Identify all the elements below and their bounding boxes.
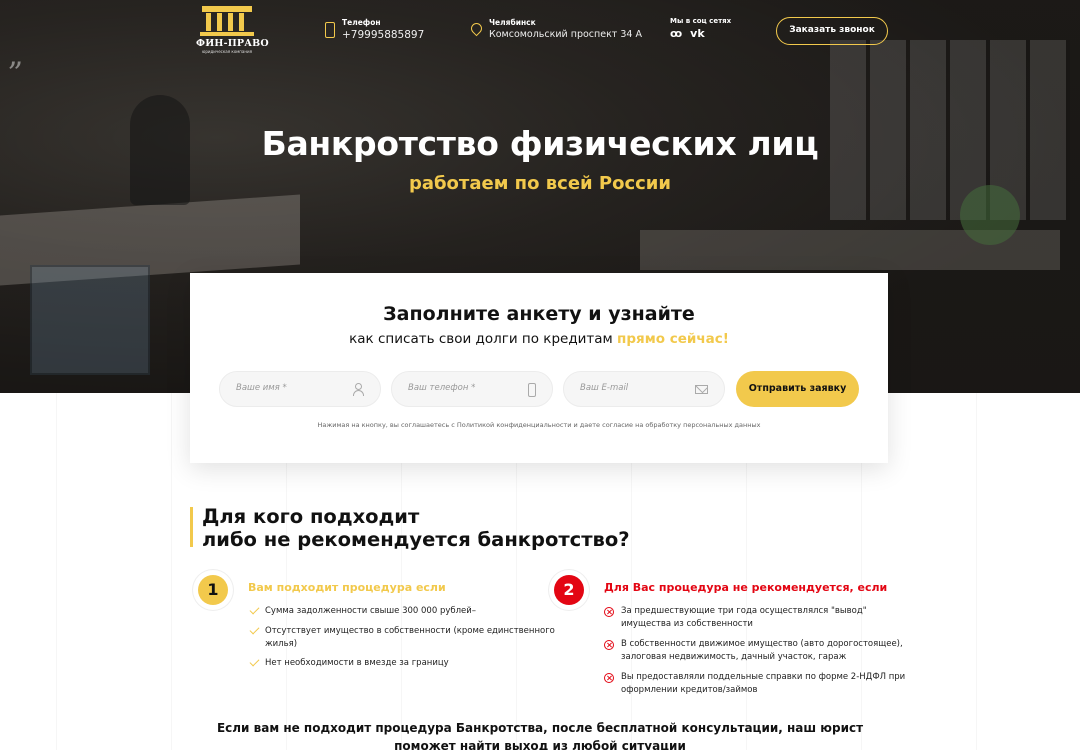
cross-icon <box>604 607 614 617</box>
email-placeholder: Ваш E-mail <box>580 383 629 393</box>
cross-icon <box>604 640 614 650</box>
form-title: Заполните анкету и узнайте <box>383 303 695 325</box>
not-recommended-item: имущества из собственности <box>621 619 753 629</box>
section-title: Для кого подходит либо не рекомендуется … <box>202 505 630 551</box>
phone-placeholder: Ваш телефон * <box>408 383 476 393</box>
consent-text[interactable]: Нажимая на кнопку, вы соглашаетесь с Пол… <box>190 421 888 429</box>
not-recommended-item: В собственности движимое имущество (авто… <box>621 639 903 649</box>
form-subtitle-accent: прямо сейчас! <box>617 331 729 347</box>
social-label: Мы в соц сетях <box>670 17 732 25</box>
suitable-item: Отсутствует имущество в собственности (к… <box>265 626 555 636</box>
section-accent-bar <box>190 507 193 547</box>
hero-background-monitor <box>30 265 150 375</box>
building-columns-icon <box>200 6 254 36</box>
quote-icon: „ <box>8 38 24 73</box>
number-badge-1: 1 <box>198 575 228 605</box>
section-title-line1: Для кого подходит <box>202 505 420 528</box>
hero-subtitle: работаем по всей России <box>408 173 672 194</box>
submit-application-button[interactable]: Отправить заявку <box>736 371 859 407</box>
email-field[interactable]: Ваш E-mail <box>563 371 725 407</box>
not-recommended-title: Для Вас процедура не рекомендуется, если <box>604 581 888 594</box>
suitable-item: жилья) <box>265 639 298 649</box>
odnoklassniki-icon[interactable]: ꝏ <box>670 28 682 40</box>
consultation-note: Если вам не подходит процедура Банкротст… <box>0 719 1080 750</box>
city-label: Челябинск <box>489 18 536 27</box>
not-recommended-item: оформлении кредитов/займов <box>621 685 758 695</box>
suitable-item: Нет необходимости в вмезде за границу <box>265 658 449 668</box>
phone-label: Телефон <box>342 18 381 27</box>
not-recommended-item: Вы предоставляли поддельные справки по ф… <box>621 672 906 682</box>
header-phone: Телефон +79995885897 <box>342 18 424 41</box>
suitable-title: Вам подходит процедура если <box>248 581 446 594</box>
hero-title: Банкротство физических лиц <box>261 124 819 163</box>
mobile-phone-icon <box>528 383 536 397</box>
logo-subtitle: юридическая компания <box>201 49 252 54</box>
hero-background-plant <box>960 185 1020 245</box>
phone-number-link[interactable]: +79995885897 <box>342 29 424 41</box>
phone-field[interactable]: Ваш телефон * <box>391 371 553 407</box>
suitable-item: Сумма задолженности свыше 300 000 рублей… <box>265 606 477 616</box>
order-call-button[interactable]: Заказать звонок <box>776 17 888 45</box>
form-subtitle-main: как списать свои долги по кредитам <box>349 331 618 347</box>
logo[interactable]: ФИН-ПРАВО юридическая компания <box>196 6 269 54</box>
user-icon <box>353 383 364 396</box>
location-pin-icon <box>468 20 485 37</box>
form-subtitle: как списать свои долги по кредитам прямо… <box>190 331 888 347</box>
application-form-card: Заполните анкету и узнайте как списать с… <box>190 273 888 463</box>
section-title-line2: либо не рекомендуется банкротство? <box>202 528 630 551</box>
envelope-icon <box>695 385 708 394</box>
cross-icon <box>604 673 614 683</box>
vk-icon[interactable]: vk <box>690 28 705 40</box>
header-social: Мы в соц сетях ꝏ vk <box>670 17 731 40</box>
name-placeholder: Ваше имя * <box>236 383 287 393</box>
not-recommended-item: За предшествующие три года осуществлялся… <box>621 606 867 616</box>
consultation-note-line2: поможет найти выход из любой ситуации <box>394 739 686 750</box>
name-field[interactable]: Ваше имя * <box>219 371 381 407</box>
logo-title: ФИН-ПРАВО <box>196 38 269 49</box>
number-badge-2: 2 <box>554 575 584 605</box>
consultation-note-line1: Если вам не подходит процедура Банкротст… <box>216 721 864 735</box>
not-recommended-item: залоговая недвижимость, дачный участок, … <box>621 652 847 662</box>
header-address: Челябинск Комсомольский проспект 34 А <box>489 18 642 40</box>
phone-icon <box>325 22 335 38</box>
address-value: Комсомольский проспект 34 А <box>489 29 642 40</box>
